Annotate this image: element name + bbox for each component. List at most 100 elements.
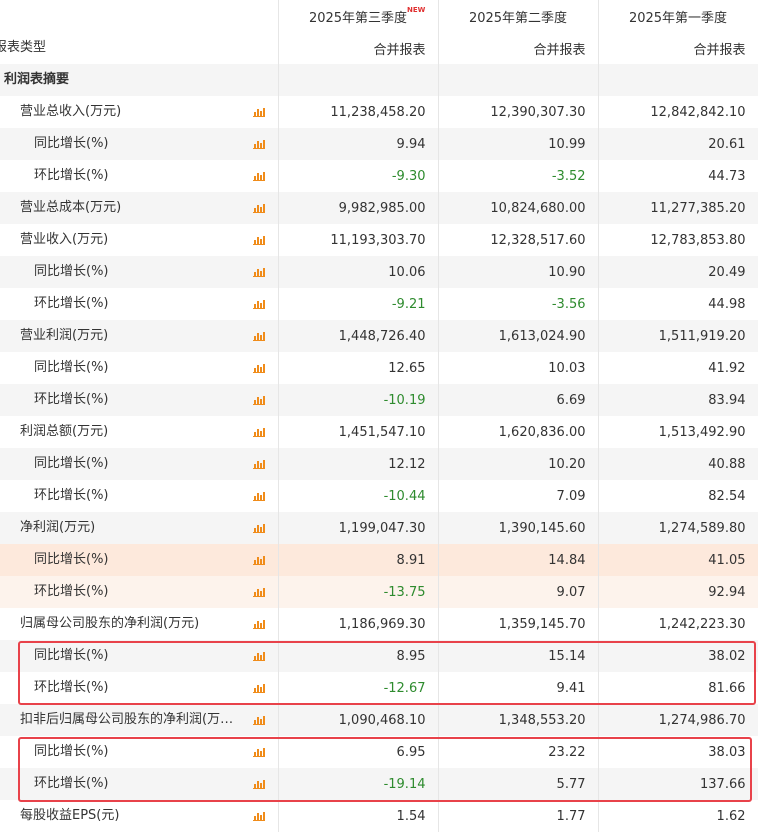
value-q3: 9.94 [278, 128, 439, 160]
row-label: 环比增长(%) [34, 776, 109, 791]
row-label: 同比增长(%) [34, 456, 109, 471]
report-type-q3: 合并报表 [278, 32, 439, 64]
bar-chart-icon[interactable] [253, 715, 265, 725]
value-q3: 6.95 [278, 736, 439, 768]
bar-chart-icon[interactable] [253, 267, 265, 277]
row-label: 营业总收入(万元) [20, 104, 122, 119]
table-row: 同比增长(%) 12.12 10.20 40.88 [0, 448, 758, 480]
bar-chart-icon[interactable] [253, 203, 265, 213]
value-q1: 12,783,853.80 [598, 224, 758, 256]
value-q2: 10,824,680.00 [438, 192, 599, 224]
bar-chart-icon[interactable] [253, 683, 265, 693]
section-title: 利润表摘要 [4, 72, 70, 87]
row-label: 环比增长(%) [34, 392, 109, 407]
value-q1: 44.98 [598, 288, 758, 320]
table-row: 每股收益EPS(元) 1.54 1.77 1.62 [0, 800, 758, 832]
row-label-cell: 营业收入(万元) [0, 224, 279, 256]
header-q3[interactable]: 2025年第三季度 NEW [278, 0, 439, 32]
value-q1: 41.05 [598, 544, 758, 576]
row-label: 同比增长(%) [34, 360, 109, 375]
table-row: 同比增长(%) 10.06 10.90 20.49 [0, 256, 758, 288]
value-q3: -10.44 [278, 480, 439, 512]
bar-chart-icon[interactable] [253, 299, 265, 309]
table-row: 同比增长(%) 9.94 10.99 20.61 [0, 128, 758, 160]
report-type-label-cell: 报表类型 [0, 32, 279, 64]
row-label-cell: 环比增长(%) [0, 384, 279, 416]
bar-chart-icon[interactable] [253, 779, 265, 789]
section-empty-q1 [598, 64, 758, 96]
value-q2: 12,390,307.30 [438, 96, 599, 128]
report-type-row: 报表类型 合并报表 合并报表 合并报表 [0, 32, 758, 64]
value-q1: 1,242,223.30 [598, 608, 758, 640]
report-type-q2: 合并报表 [438, 32, 599, 64]
bar-chart-icon[interactable] [253, 331, 265, 341]
value-q2: 9.07 [438, 576, 599, 608]
bar-chart-icon[interactable] [253, 395, 265, 405]
value-q3: 1,448,726.40 [278, 320, 439, 352]
row-label-cell: 同比增长(%) [0, 128, 279, 160]
value-q1: 1.62 [598, 800, 758, 832]
value-q2: 1,390,145.60 [438, 512, 599, 544]
value-q2: 1,359,145.70 [438, 608, 599, 640]
bar-chart-icon[interactable] [253, 235, 265, 245]
value-q3: 8.91 [278, 544, 439, 576]
bar-chart-icon[interactable] [253, 107, 265, 117]
row-label-cell: 利润总额(万元) [0, 416, 279, 448]
income-statement-table: 2025年第三季度NEW 2025年第二季度 2025年第一季度 报表类型 合并… [0, 0, 758, 832]
table-row: 环比增长(%) -9.21 -3.56 44.98 [0, 288, 758, 320]
section-empty-q3 [278, 64, 439, 96]
row-label: 环比增长(%) [34, 296, 109, 311]
value-q3: -19.14 [278, 768, 439, 800]
section-header-row: 利润表摘要 [0, 64, 758, 96]
row-label: 每股收益EPS(元) [20, 808, 120, 823]
table-row: 营业利润(万元) 1,448,726.40 1,613,024.90 1,511,91… [0, 320, 758, 352]
table-row: 环比增长(%) -19.14 5.77 137.66 [0, 768, 758, 800]
bar-chart-icon[interactable] [253, 811, 265, 821]
table-row: 同比增长(%) 6.95 23.22 38.03 [0, 736, 758, 768]
value-q1: 41.92 [598, 352, 758, 384]
bar-chart-icon[interactable] [253, 523, 265, 533]
value-q1: 82.54 [598, 480, 758, 512]
value-q1: 92.94 [598, 576, 758, 608]
section-empty-q2 [438, 64, 599, 96]
value-q3: 1,090,468.10 [278, 704, 439, 736]
value-q3: 1,186,969.30 [278, 608, 439, 640]
row-label: 营业总成本(万元) [20, 200, 122, 215]
value-q2: 5.77 [438, 768, 599, 800]
value-q2: -3.56 [438, 288, 599, 320]
bar-chart-icon[interactable] [253, 459, 265, 469]
bar-chart-icon[interactable] [253, 363, 265, 373]
value-q3: -9.30 [278, 160, 439, 192]
bar-chart-icon[interactable] [253, 139, 265, 149]
row-label-cell: 环比增长(%) [0, 480, 279, 512]
value-q2: 1,613,024.90 [438, 320, 599, 352]
row-label: 同比增长(%) [34, 264, 109, 279]
header-q2[interactable]: 2025年第二季度 [438, 0, 599, 32]
value-q3: -10.19 [278, 384, 439, 416]
row-label: 环比增长(%) [34, 584, 109, 599]
row-label-cell: 营业利润(万元) [0, 320, 279, 352]
period-header-row: 2025年第三季度 NEW 2025年第二季度 2025年第一季度 [0, 0, 758, 32]
row-label-cell: 环比增长(%) [0, 288, 279, 320]
bar-chart-icon[interactable] [253, 171, 265, 181]
table-row: 净利润(万元) 1,199,047.30 1,390,145.60 1,274,589… [0, 512, 758, 544]
header-q1[interactable]: 2025年第一季度 [598, 0, 758, 32]
value-q1: 1,511,919.20 [598, 320, 758, 352]
table-row: 同比增长(%) 12.65 10.03 41.92 [0, 352, 758, 384]
bar-chart-icon[interactable] [253, 747, 265, 757]
table-row: 同比增长(%) 8.95 15.14 38.02 [0, 640, 758, 672]
row-label-cell: 扣非后归属母公司股东的净利润(万元) [0, 704, 279, 736]
bar-chart-icon[interactable] [253, 555, 265, 565]
row-label: 同比增长(%) [34, 136, 109, 151]
value-q3: 11,193,303.70 [278, 224, 439, 256]
table-row: 环比增长(%) -10.19 6.69 83.94 [0, 384, 758, 416]
bar-chart-icon[interactable] [253, 651, 265, 661]
bar-chart-icon[interactable] [253, 491, 265, 501]
bar-chart-icon[interactable] [253, 427, 265, 437]
bar-chart-icon[interactable] [253, 587, 265, 597]
table-row: 利润总额(万元) 1,451,547.10 1,620,836.00 1,513,49… [0, 416, 758, 448]
bar-chart-icon[interactable] [253, 619, 265, 629]
table-row: 环比增长(%) -10.44 7.09 82.54 [0, 480, 758, 512]
value-q3: -12.67 [278, 672, 439, 704]
row-label-cell: 营业总成本(万元) [0, 192, 279, 224]
